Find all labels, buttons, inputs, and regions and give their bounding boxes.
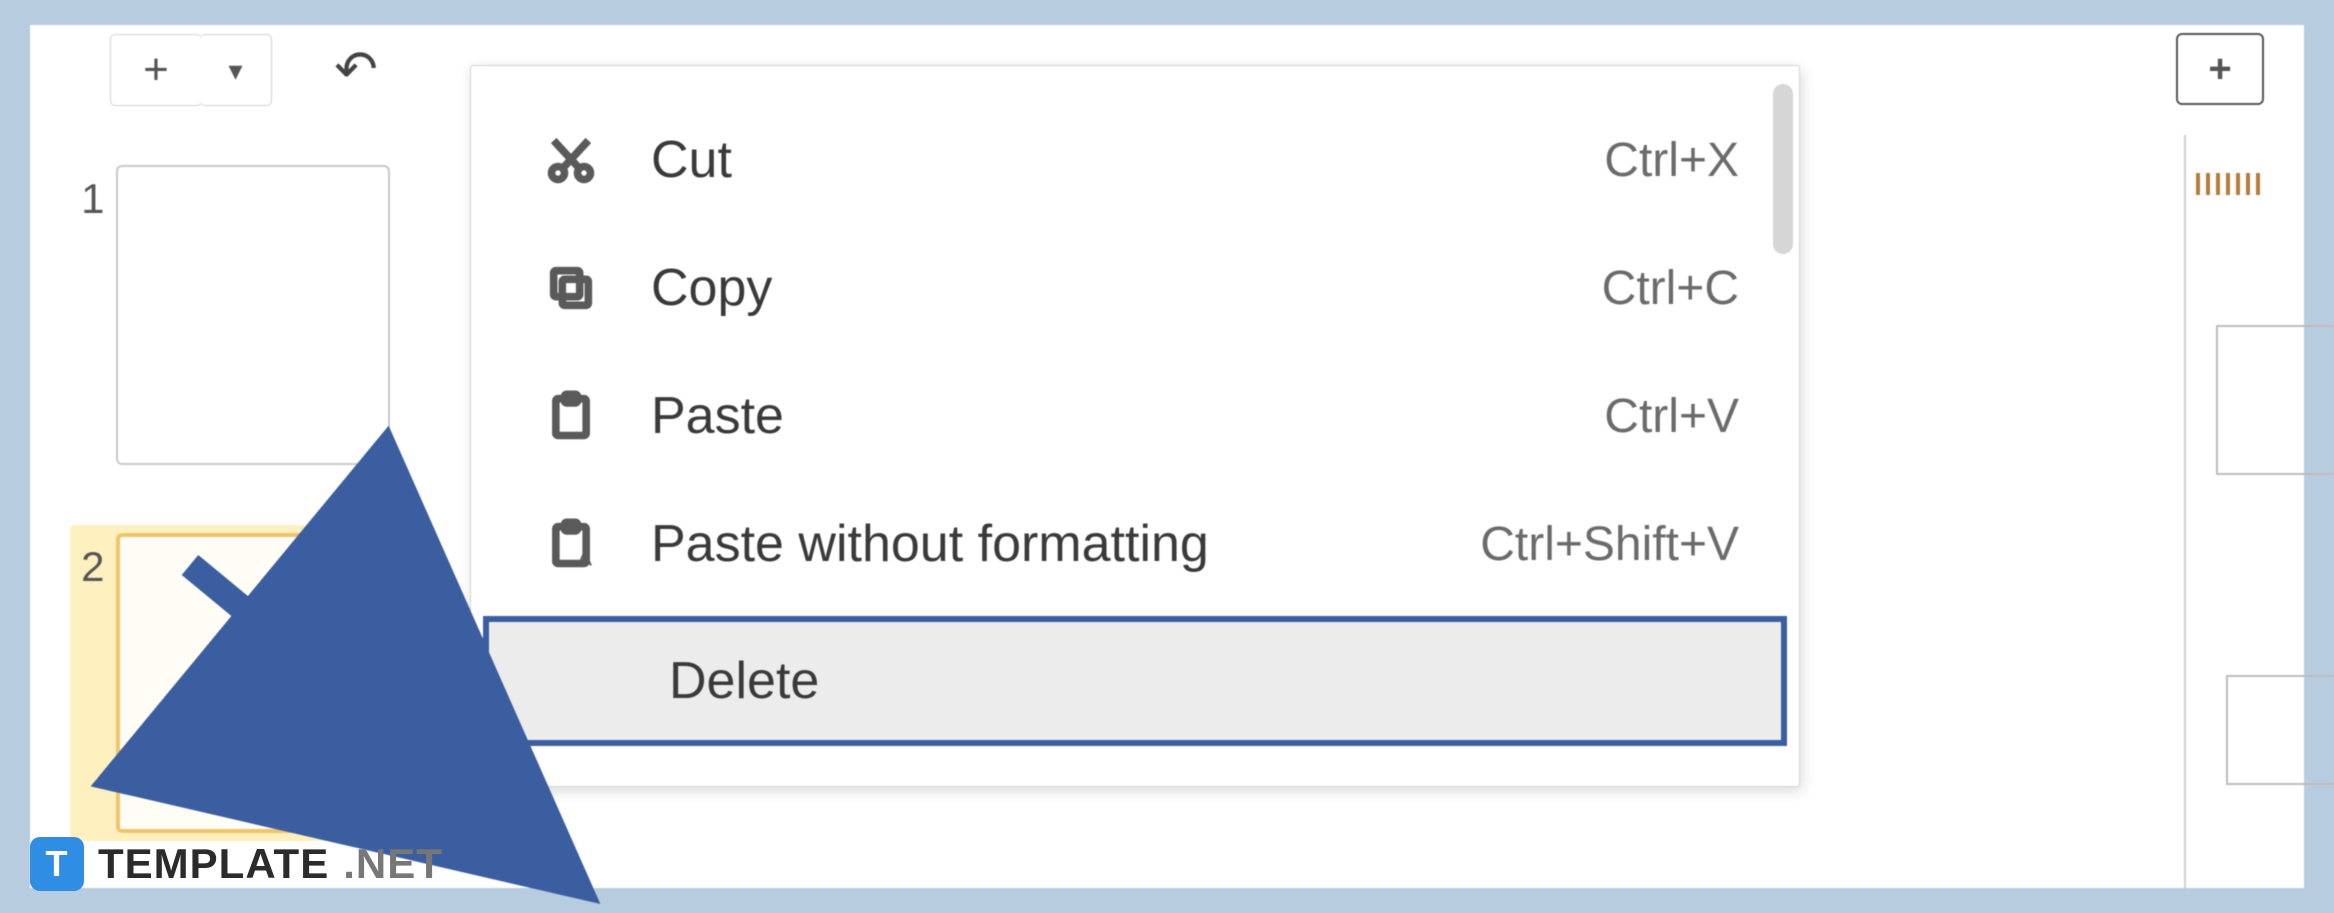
right-panel [2184, 135, 2304, 888]
slide-preview [116, 165, 390, 465]
menu-label: Delete [629, 651, 1721, 711]
menu-item-paste-without-formatting[interactable]: A Paste without formatting Ctrl+Shift+V [471, 480, 1799, 608]
slide-number: 1 [70, 165, 116, 223]
menu-label: Paste [611, 386, 1604, 446]
undo-icon: ↶ [334, 40, 378, 100]
watermark: T TEMPLATE .NET [30, 837, 443, 891]
svg-text:A: A [578, 546, 593, 570]
menu-shortcut: Ctrl+C [1602, 261, 1739, 316]
menu-label: Cut [611, 130, 1604, 190]
paste-plain-icon: A [531, 518, 611, 570]
new-slide-dropdown[interactable]: ▾ [200, 34, 272, 106]
plus-icon: + [143, 45, 169, 95]
ruler [2186, 135, 2304, 195]
undo-button[interactable]: ↶ [316, 34, 396, 106]
scrollbar-thumb[interactable] [1773, 84, 1793, 254]
slide-thumbnail-1[interactable]: 1 [70, 165, 390, 465]
watermark-badge: T [30, 837, 84, 891]
canvas-placeholder [2226, 675, 2334, 785]
slide-preview [116, 533, 390, 833]
plus-box-icon: + [2208, 47, 2231, 92]
menu-shortcut: Ctrl+Shift+V [1480, 517, 1739, 572]
new-slide-button[interactable]: + [110, 34, 202, 106]
slide-thumbnail-2[interactable]: 2 [70, 525, 390, 841]
menu-item-paste[interactable]: Paste Ctrl+V [471, 352, 1799, 480]
app-frame: + ▾ ↶ + 1 2 [30, 25, 2304, 888]
paste-icon [531, 390, 611, 442]
menu-label: Copy [611, 258, 1602, 318]
menu-label: Paste without formatting [611, 514, 1480, 574]
add-comment-button[interactable]: + [2176, 33, 2264, 105]
menu-item-delete[interactable]: Delete [483, 616, 1787, 746]
menu-shortcut: Ctrl+X [1604, 133, 1739, 188]
slide-number: 2 [70, 533, 116, 591]
context-menu: Cut Ctrl+X Copy Ctrl+C Paste Ctrl+V A Pa… [470, 65, 1800, 787]
chevron-down-icon: ▾ [228, 54, 242, 87]
watermark-suffix: .NET [343, 840, 443, 888]
menu-item-copy[interactable]: Copy Ctrl+C [471, 224, 1799, 352]
canvas-placeholder [2216, 325, 2334, 475]
copy-icon [531, 262, 611, 314]
slide-panel: 1 2 [70, 165, 390, 901]
menu-item-cut[interactable]: Cut Ctrl+X [471, 96, 1799, 224]
watermark-brand: TEMPLATE [98, 840, 329, 888]
cut-icon [531, 134, 611, 186]
menu-shortcut: Ctrl+V [1604, 389, 1739, 444]
